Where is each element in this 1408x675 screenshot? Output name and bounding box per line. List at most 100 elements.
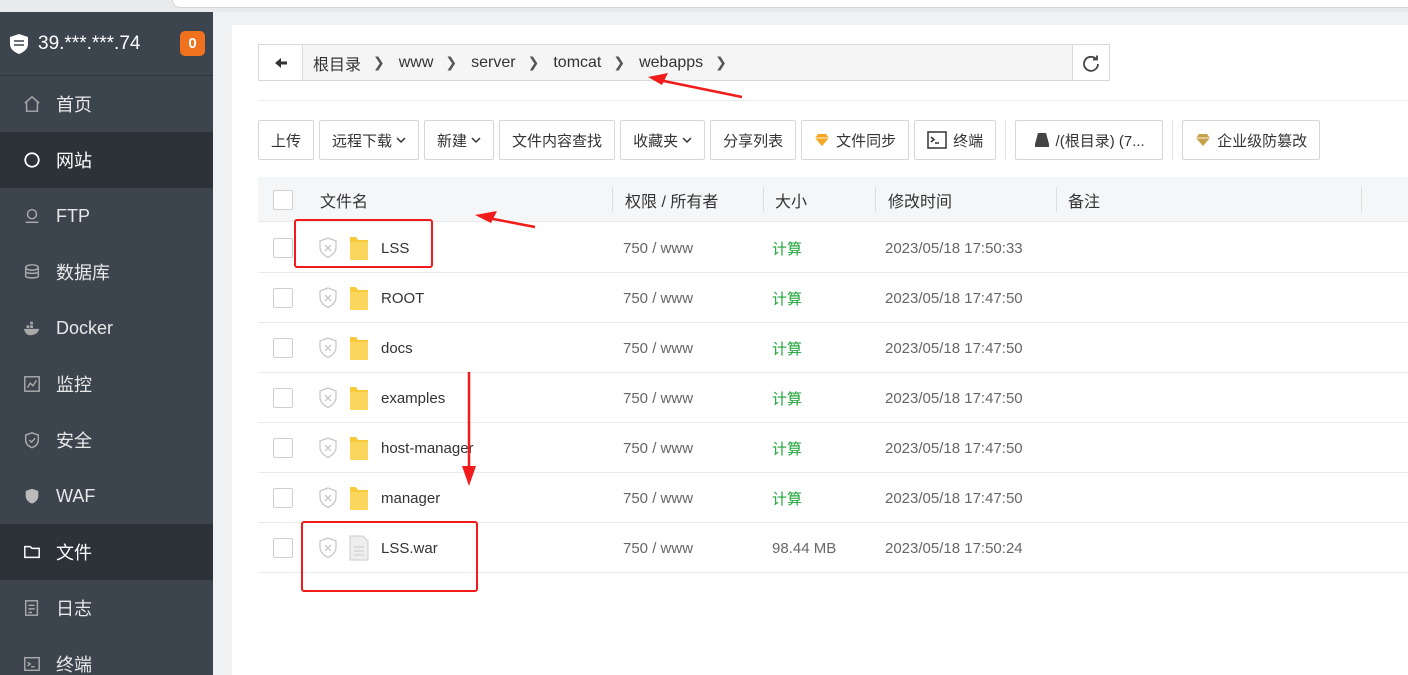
file-name-link[interactable]: manager [381,473,440,523]
sidebar-item-logs[interactable]: 日志 [0,580,213,636]
protect-shield-icon[interactable] [318,323,338,373]
calculate-size-link[interactable]: 计算 [772,273,802,323]
mtime-cell: 2023/05/18 17:47:50 [885,389,1023,407]
upload-button[interactable]: 上传 [258,120,315,160]
permission-cell[interactable]: 750 / www [623,523,693,573]
remote-download-button[interactable]: 远程下载 [319,120,420,160]
file-name-link[interactable]: examples [381,373,445,423]
breadcrumb-item-www[interactable]: www [399,54,434,72]
permission-cell[interactable]: 750 / www [623,423,693,473]
protect-shield-icon[interactable] [318,273,338,323]
anti-tamper-button[interactable]: 企业级防篡改 [1182,120,1321,160]
permission-cell[interactable]: 750 / www [623,373,693,423]
protect-shield-icon[interactable] [318,473,338,523]
sidebar-item-terminal[interactable]: 终端 [0,636,213,675]
table-row[interactable]: docs 750 / www 计算 2023/05/18 17:47:50 [258,323,1408,373]
server-header[interactable]: 39.***.***.74 0 [0,12,213,76]
row-select-cell [273,273,293,323]
header-size[interactable]: 大小 [775,177,807,222]
diamond-icon [815,134,830,146]
breadcrumb-item-tomcat[interactable]: tomcat [553,54,601,72]
sidebar-item-waf[interactable]: WAF [0,468,213,524]
tab-edge [172,0,1408,8]
calculate-size-link[interactable]: 计算 [772,223,802,273]
database-icon [22,262,42,282]
permission-cell[interactable]: 750 / www [623,223,693,273]
select-all-checkbox[interactable] [273,189,293,210]
share-list-button[interactable]: 分享列表 [710,120,797,160]
breadcrumb-item-server[interactable]: server [471,54,515,72]
permission-cell[interactable]: 750 / www [623,273,693,323]
table-row[interactable]: examples 750 / www 计算 2023/05/18 17:47:50 [258,373,1408,423]
home-icon [22,94,42,114]
column-separator [763,187,764,212]
protect-shield-icon[interactable] [318,373,338,423]
header-mtime[interactable]: 修改时间 [888,177,952,222]
row-checkbox[interactable] [273,238,293,258]
row-select-cell [273,223,293,273]
globe-icon [22,150,42,170]
mtime-cell: 2023/05/18 17:47:50 [885,439,1023,457]
sidebar-item-database[interactable]: 数据库 [0,244,213,300]
row-checkbox[interactable] [273,388,293,408]
mtime-cell: 2023/05/18 17:50:33 [885,239,1023,257]
sidebar-item-label: 网站 [56,151,92,171]
file-name-link[interactable]: ROOT [381,273,424,323]
terminal-button[interactable]: 终端 [914,120,997,160]
sidebar-item-home[interactable]: 首页 [0,76,213,132]
annotation-arrow [475,211,536,229]
new-button-label: 新建 [437,132,468,150]
mtime-cell: 2023/05/18 17:47:50 [885,489,1023,507]
sidebar-item-label: Docker [56,317,114,338]
annotation-arrow [648,73,743,99]
calculate-size-link[interactable]: 计算 [772,323,802,373]
chevron-right-icon: ❯ [445,54,458,70]
notification-badge[interactable]: 0 [180,31,205,56]
sidebar-item-docker[interactable]: Docker [0,300,213,356]
favorites-button[interactable]: 收藏夹 [620,120,706,160]
refresh-button[interactable] [1072,44,1110,81]
disk-button[interactable]: /(根目录) (7... [1015,120,1164,160]
sidebar-item-ftp[interactable]: FTP [0,188,213,244]
table-row[interactable]: manager 750 / www 计算 2023/05/18 17:47:50 [258,473,1408,523]
protect-shield-icon[interactable] [318,423,338,473]
annotation-box [294,219,433,268]
row-checkbox[interactable] [273,288,293,308]
chevron-right-icon: ❯ [527,54,540,70]
row-checkbox[interactable] [273,538,293,558]
table-row[interactable]: ROOT 750 / www 计算 2023/05/18 17:47:50 [258,273,1408,323]
mtime-cell: 2023/05/18 17:47:50 [885,339,1023,357]
row-checkbox[interactable] [273,338,293,358]
row-checkbox[interactable] [273,438,293,458]
calculate-size-link[interactable]: 计算 [772,423,802,473]
sidebar-item-label: 文件 [56,543,92,563]
sidebar-item-security[interactable]: 安全 [0,412,213,468]
row-checkbox[interactable] [273,488,293,508]
permission-cell[interactable]: 750 / www [623,323,693,373]
back-button[interactable] [259,45,303,80]
disk-label: /(根目录) (7... [1055,132,1145,150]
sidebar-item-monitor[interactable]: 监控 [0,356,213,412]
content-search-button[interactable]: 文件内容查找 [499,120,616,160]
folder-icon [348,423,370,473]
row-select-cell [273,323,293,373]
calculate-size-link[interactable]: 计算 [772,373,802,423]
sidebar-item-label: 安全 [56,431,92,451]
permission-cell[interactable]: 750 / www [623,473,693,523]
file-sync-button[interactable]: 文件同步 [801,120,910,160]
folder-icon [348,373,370,423]
header-name[interactable]: 文件名 [320,177,368,222]
breadcrumb-item-root[interactable]: 根目录 [313,51,361,75]
file-name-link[interactable]: docs [381,323,413,373]
new-button[interactable]: 新建 [424,120,495,160]
column-separator [612,187,613,212]
sidebar-item-label: WAF [56,485,96,506]
table-row[interactable]: host-manager 750 / www 计算 2023/05/18 17:47:… [258,423,1408,473]
toolbar-separator [1005,120,1007,160]
row-select-cell [273,523,293,573]
sidebar-item-website[interactable]: 网站 [0,132,213,188]
sidebar: 39.***.***.74 0 首页 网站 FTP 数据库 Docker 监控 … [0,12,213,675]
header-perm[interactable]: 权限 / 所有者 [625,177,718,222]
sidebar-item-files[interactable]: 文件 [0,524,213,580]
calculate-size-link[interactable]: 计算 [772,473,802,523]
